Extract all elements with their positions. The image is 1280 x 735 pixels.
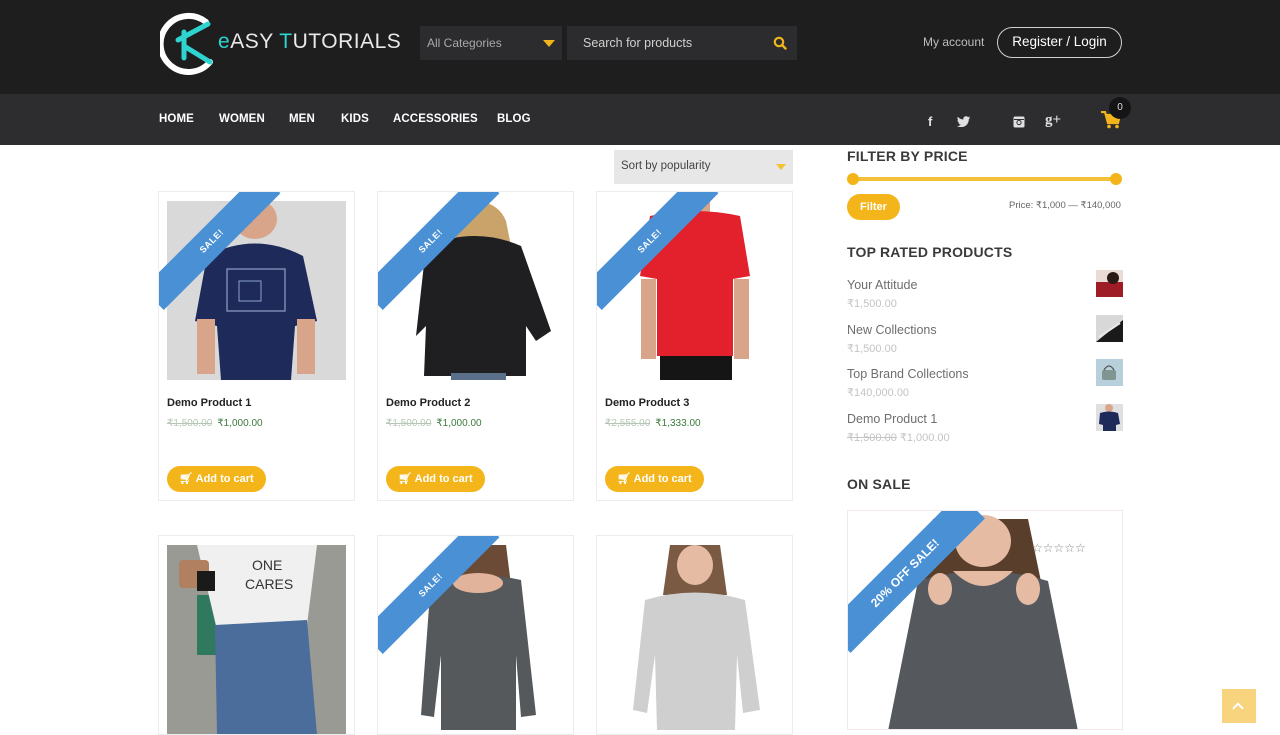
top-rated-name[interactable]: Your Attitude — [847, 278, 917, 292]
filter-by-price-heading: FILTER BY PRICE — [847, 148, 968, 164]
sale-price: ₹1,000.00 — [217, 418, 263, 429]
old-price: ₹1,500.00 — [386, 418, 432, 429]
logo-word-tutorials: UTORIALS — [292, 30, 402, 53]
facebook-icon[interactable]: f — [928, 114, 932, 129]
nav-blog[interactable]: BLOG — [497, 113, 531, 125]
cart-icon: 🛒︎ — [617, 473, 634, 485]
top-rated-thumbnail[interactable] — [1096, 404, 1123, 431]
product-price: ₹1,500.00 ₹1,000.00 — [386, 418, 482, 429]
on-sale-heading: ON SALE — [847, 476, 911, 492]
logo-word-easy: ASY — [230, 30, 280, 53]
search-box — [567, 26, 797, 60]
category-select-value: All Categories — [427, 36, 502, 50]
twitter-icon[interactable] — [957, 116, 971, 127]
product-card[interactable]: SALE! Demo Product 1 ₹1,500.00 ₹1,000.00 … — [158, 191, 355, 501]
cart-icon: 🛒︎ — [398, 473, 415, 485]
product-name[interactable]: Demo Product 1 — [167, 397, 251, 409]
price-slider-max-handle[interactable] — [1110, 173, 1122, 185]
nav-accessories[interactable]: ACCESSORIES — [393, 113, 478, 125]
top-rated-thumbnail[interactable] — [1096, 315, 1123, 342]
top-rated-thumbnail[interactable] — [1096, 359, 1123, 386]
logo-mark-icon — [160, 12, 213, 75]
product-card[interactable]: SALE! Demo Product 3 ₹2,555.00 ₹1,333.00 … — [596, 191, 793, 501]
search-icon[interactable] — [773, 36, 787, 50]
google-plus-icon[interactable]: g+ — [1045, 112, 1061, 129]
product-card[interactable]: SALE! — [377, 535, 574, 735]
top-rated-name[interactable]: Demo Product 1 — [847, 412, 937, 426]
price-range-label: Price: ₹1,000 — ₹140,000 — [1009, 200, 1121, 211]
top-rated-item[interactable]: New Collections ₹1,500.00 — [847, 315, 1123, 363]
product-image[interactable] — [605, 545, 784, 734]
sale-price: ₹1,333.00 — [655, 418, 701, 429]
old-price: ₹1,500.00 — [167, 418, 213, 429]
product-image[interactable] — [386, 545, 565, 734]
product-image[interactable] — [167, 201, 346, 380]
top-rated-price: ₹1,500.00 — [847, 343, 897, 355]
product-image[interactable]: ONE CARES — [167, 545, 346, 734]
register-login-button[interactable]: Register / Login — [997, 27, 1122, 58]
top-rated-thumbnail[interactable] — [1096, 270, 1123, 297]
filter-button[interactable]: Filter — [847, 194, 900, 220]
top-rated-price: ₹1,500.00 — [847, 298, 897, 310]
svg-text:CARES: CARES — [245, 576, 293, 592]
sale-price: ₹1,000.00 — [899, 432, 950, 444]
nav-men[interactable]: MEN — [289, 113, 315, 125]
product-image[interactable] — [386, 201, 565, 380]
add-to-cart-label: Add to cart — [633, 473, 692, 485]
product-card[interactable]: SALE! Demo Product 2 ₹1,500.00 ₹1,000.00 … — [377, 191, 574, 501]
old-price: ₹1,500.00 — [847, 432, 897, 444]
product-price: ₹1,500.00 ₹1,000.00 — [167, 418, 263, 429]
product-card[interactable] — [596, 535, 793, 735]
nav-kids[interactable]: KIDS — [341, 113, 369, 125]
cart-count-badge: 0 — [1109, 97, 1131, 119]
nav-women[interactable]: WOMEN — [219, 113, 265, 125]
cart-icon: 🛒︎ — [179, 473, 196, 485]
caret-down-icon — [776, 164, 786, 170]
add-to-cart-button[interactable]: 🛒︎ Add to cart — [386, 466, 485, 492]
top-rated-item[interactable]: Top Brand Collections ₹140,000.00 — [847, 359, 1123, 407]
scroll-to-top-button[interactable] — [1222, 689, 1256, 723]
top-rated-price: ₹1,500.00 ₹1,000.00 — [847, 431, 950, 444]
product-name[interactable]: Demo Product 2 — [386, 397, 470, 409]
category-select[interactable]: All Categories — [420, 26, 562, 60]
top-rated-item[interactable]: Your Attitude ₹1,500.00 — [847, 270, 1123, 318]
nav-home[interactable]: HOME — [159, 113, 194, 125]
svg-text:ONE: ONE — [252, 557, 282, 573]
logo-t: T — [279, 30, 293, 53]
caret-down-icon — [543, 40, 555, 47]
product-price: ₹2,555.00 ₹1,333.00 — [605, 418, 701, 429]
top-rated-name[interactable]: New Collections — [847, 323, 937, 337]
price-slider-min-handle[interactable] — [847, 173, 859, 185]
chevron-up-icon — [1232, 702, 1244, 714]
old-price: ₹2,555.00 — [605, 418, 651, 429]
add-to-cart-button[interactable]: 🛒︎ Add to cart — [167, 466, 266, 492]
product-image[interactable] — [605, 201, 784, 380]
site-logo[interactable]: eASY TUTORIALS — [160, 10, 401, 76]
logo-text: eASY TUTORIALS — [218, 30, 401, 54]
sort-select[interactable]: Sort by popularity — [614, 150, 793, 184]
my-account-link[interactable]: My account — [923, 35, 984, 49]
top-rated-name[interactable]: Top Brand Collections — [847, 367, 969, 381]
on-sale-product-card[interactable]: 20% OFF SALE! ☆☆☆☆☆ — [847, 510, 1123, 730]
add-to-cart-label: Add to cart — [414, 473, 473, 485]
sort-select-value: Sort by popularity — [621, 160, 711, 172]
logo-e: e — [218, 30, 231, 53]
instagram-icon[interactable] — [1013, 116, 1025, 128]
price-slider-track[interactable] — [852, 177, 1116, 181]
sale-price: ₹1,000.00 — [436, 418, 482, 429]
top-rated-price: ₹140,000.00 — [847, 387, 910, 399]
product-name[interactable]: Demo Product 3 — [605, 397, 689, 409]
product-card[interactable]: ONE CARES — [158, 535, 355, 735]
add-to-cart-label: Add to cart — [195, 473, 254, 485]
add-to-cart-button[interactable]: 🛒︎ Add to cart — [605, 466, 704, 492]
rating-stars: ☆☆☆☆☆ — [1032, 541, 1086, 555]
top-rated-item[interactable]: Demo Product 1 ₹1,500.00 ₹1,000.00 — [847, 404, 1123, 452]
search-input[interactable] — [567, 26, 767, 60]
top-rated-heading: TOP RATED PRODUCTS — [847, 244, 1013, 260]
